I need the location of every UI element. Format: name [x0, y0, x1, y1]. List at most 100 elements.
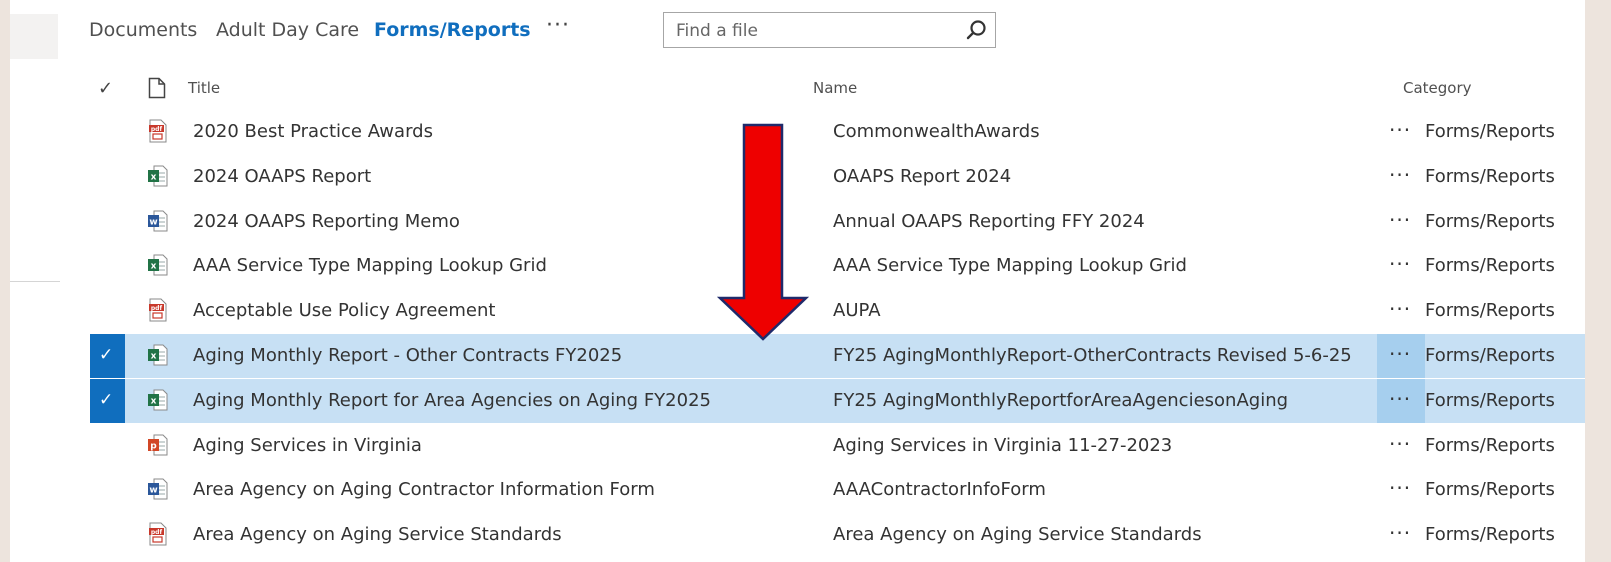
row-title-link[interactable]: Aging Monthly Report - Other Contracts F…	[193, 345, 622, 366]
right-frame-edge	[1585, 0, 1611, 562]
table-row[interactable]: w 2024 OAAPS Reporting Memo Annual OAAPS R…	[90, 200, 1585, 244]
row-select-cell[interactable]	[90, 155, 125, 199]
powerpoint-file-icon: p	[147, 433, 169, 457]
pdf-file-icon: pdf	[147, 522, 169, 546]
select-all-checkbox[interactable]: ✓	[98, 78, 113, 99]
row-category-cell: Forms/Reports	[1425, 345, 1555, 366]
row-name-cell: Annual OAAPS Reporting FFY 2024	[833, 210, 1145, 232]
file-type-icon[interactable]	[148, 77, 166, 99]
row-category-cell: Forms/Reports	[1425, 165, 1555, 187]
row-select-cell[interactable]	[90, 110, 125, 154]
row-category-cell: Forms/Reports	[1425, 255, 1555, 277]
search-icon[interactable]	[963, 17, 989, 43]
row-select-cell[interactable]	[90, 289, 125, 333]
table-row[interactable]: pdf 2020 Best Practice Awards Commonwealth…	[90, 110, 1585, 154]
row-more-actions-button[interactable]: ···	[1389, 521, 1411, 545]
find-file-search-box[interactable]	[663, 12, 996, 48]
row-select-cell[interactable]: ✓	[90, 378, 125, 423]
row-more-actions-button[interactable]: ···	[1389, 432, 1411, 456]
row-more-actions-button[interactable]: ···	[1389, 342, 1411, 366]
row-name-cell: OAAPS Report 2024	[833, 165, 1012, 187]
row-more-actions-cell: ···	[1377, 424, 1425, 468]
table-row[interactable]: x 2024 OAAPS Report OAAPS Report 2024 ··· Fo…	[90, 155, 1585, 199]
svg-text:x: x	[151, 352, 157, 362]
table-row[interactable]: w Area Agency on Aging Contractor Informa…	[90, 468, 1585, 512]
nav-link-adult-day-care[interactable]: Adult Day Care	[216, 18, 359, 42]
nav-link-forms-reports[interactable]: Forms/Reports	[374, 18, 531, 42]
row-category-cell: Forms/Reports	[1425, 121, 1555, 142]
word-file-icon: w	[147, 477, 169, 501]
row-more-actions-button[interactable]: ···	[1389, 387, 1411, 411]
column-header-category[interactable]: Category	[1403, 79, 1472, 97]
row-name-cell: AUPA	[833, 300, 881, 322]
row-name-cell: AAAContractorInfoForm	[833, 479, 1046, 501]
search-input[interactable]	[674, 16, 938, 46]
row-title-link[interactable]: AAA Service Type Mapping Lookup Grid	[193, 255, 547, 276]
row-more-actions-button[interactable]: ···	[1389, 476, 1411, 500]
nav-more-button[interactable]: ···	[546, 13, 570, 38]
row-more-actions-cell: ···	[1377, 334, 1425, 378]
column-header-name[interactable]: Name	[813, 79, 857, 97]
row-more-actions-cell: ···	[1377, 110, 1425, 154]
row-select-cell[interactable]	[90, 244, 125, 288]
row-more-actions-cell: ···	[1377, 468, 1425, 512]
excel-file-icon: x	[147, 343, 169, 367]
row-more-actions-button[interactable]: ···	[1389, 208, 1411, 232]
library-nav-bar: Documents Adult Day Care Forms/Reports ·…	[0, 0, 1585, 60]
table-row[interactable]: pdf Area Agency on Aging Service Standard…	[90, 513, 1585, 557]
row-more-actions-cell: ···	[1377, 513, 1425, 557]
row-select-cell[interactable]	[90, 200, 125, 244]
row-name-cell: FY25 AgingMonthlyReportforAreaAgencieson…	[833, 389, 1289, 411]
row-select-cell[interactable]	[90, 468, 125, 512]
left-nav-divider	[10, 281, 60, 282]
row-more-actions-button[interactable]: ···	[1389, 252, 1411, 276]
nav-link-documents[interactable]: Documents	[89, 18, 197, 42]
table-row[interactable]: ✓ x Aging Monthly Report - Other Contracts…	[90, 334, 1585, 378]
row-more-actions-button[interactable]: ···	[1389, 297, 1411, 321]
row-title-link[interactable]: Area Agency on Aging Service Standards	[193, 524, 562, 545]
word-file-icon: w	[147, 209, 169, 233]
svg-text:x: x	[151, 396, 157, 406]
row-name-cell: CommonwealthAwards	[833, 121, 1040, 142]
table-row[interactable]: p Aging Services in Virginia Aging Service…	[90, 424, 1585, 468]
svg-text:p: p	[150, 441, 157, 451]
row-category-cell: Forms/Reports	[1425, 389, 1555, 411]
row-title-link[interactable]: 2024 OAAPS Report	[193, 166, 371, 187]
row-selected-checkmark-icon[interactable]: ✓	[99, 345, 113, 365]
row-more-actions-button[interactable]: ···	[1389, 118, 1411, 142]
svg-text:x: x	[151, 172, 157, 182]
row-title-link[interactable]: Aging Monthly Report for Area Agencies o…	[193, 390, 711, 411]
svg-text:w: w	[149, 217, 157, 227]
row-select-cell[interactable]: ✓	[90, 334, 125, 378]
svg-text:x: x	[151, 262, 157, 272]
row-more-actions-cell: ···	[1377, 155, 1425, 199]
row-title-link[interactable]: 2020 Best Practice Awards	[193, 121, 433, 142]
row-more-actions-cell: ···	[1377, 200, 1425, 244]
row-title-link[interactable]: Acceptable Use Policy Agreement	[193, 300, 495, 321]
row-title-link[interactable]: 2024 OAAPS Reporting Memo	[193, 211, 460, 232]
list-header-row: ✓ Title Name Category	[0, 68, 1585, 110]
row-select-cell[interactable]	[90, 424, 125, 468]
svg-text:pdf: pdf	[151, 305, 163, 312]
row-more-actions-cell: ···	[1377, 289, 1425, 333]
column-header-title[interactable]: Title	[188, 79, 220, 97]
row-title-link[interactable]: Area Agency on Aging Contractor Informat…	[193, 479, 655, 500]
table-row[interactable]: ✓ x Aging Monthly Report for Area Agencies…	[90, 378, 1585, 423]
row-title-link[interactable]: Aging Services in Virginia	[193, 435, 422, 456]
row-category-cell: Forms/Reports	[1425, 524, 1555, 546]
svg-text:pdf: pdf	[151, 529, 163, 536]
excel-file-icon: x	[147, 388, 169, 412]
row-more-actions-button[interactable]: ···	[1389, 163, 1411, 187]
table-row[interactable]: pdf Acceptable Use Policy Agreement AUPA ··…	[90, 289, 1585, 333]
row-select-cell[interactable]	[90, 513, 125, 557]
excel-file-icon: x	[147, 253, 169, 277]
table-row[interactable]: x AAA Service Type Mapping Lookup Grid AAA…	[90, 244, 1585, 288]
pdf-file-icon: pdf	[147, 298, 169, 322]
row-category-cell: Forms/Reports	[1425, 300, 1555, 322]
row-selected-checkmark-icon[interactable]: ✓	[99, 390, 113, 410]
row-category-cell: Forms/Reports	[1425, 479, 1555, 501]
row-category-cell: Forms/Reports	[1425, 434, 1555, 456]
row-name-cell: AAA Service Type Mapping Lookup Grid	[833, 255, 1187, 277]
row-category-cell: Forms/Reports	[1425, 210, 1555, 232]
row-name-cell: Aging Services in Virginia 11-27-2023	[833, 434, 1173, 456]
